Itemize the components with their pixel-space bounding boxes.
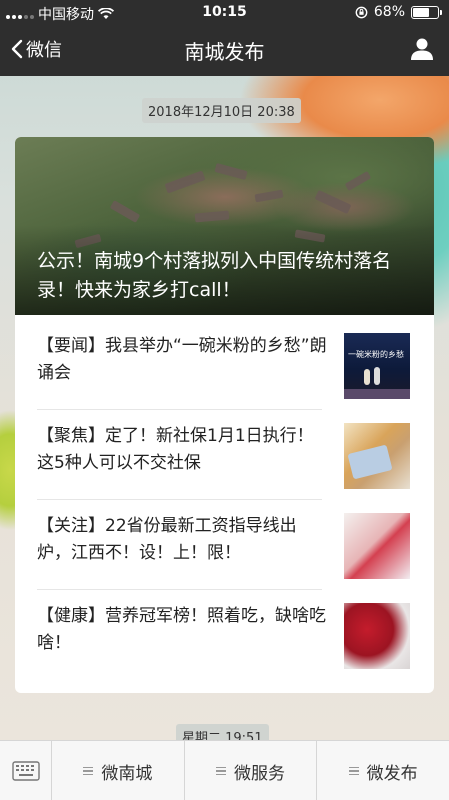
nav-bar: 微信 南城发布 xyxy=(0,24,449,76)
menu-label: 微南城 xyxy=(101,763,153,784)
menu-icon xyxy=(83,766,94,776)
item-divider xyxy=(37,589,322,590)
article-card: 公示！南城9个村落拟列入中国传统村落名录！快来为家乡打call！ 【要闻】我县举… xyxy=(15,137,434,693)
status-bar: 中国移动 10:15 68% xyxy=(0,0,449,24)
item-divider xyxy=(37,409,322,410)
bottom-menu-bar: 微南城 微服务 微发布 xyxy=(0,740,449,800)
item-divider xyxy=(37,499,322,500)
menu-icon xyxy=(348,766,359,776)
keyboard-toggle-button[interactable] xyxy=(0,741,52,800)
article-title: 【健康】营养冠军榜！照着吃，缺啥吃啥！ xyxy=(37,606,326,653)
article-title: 【关注】22省份最新工资指导线出炉，江西不！设！上！限！ xyxy=(37,516,297,563)
menu-weifabu-button[interactable]: 微发布 xyxy=(317,741,449,800)
article-thumbnail xyxy=(344,603,410,669)
rotation-lock-icon xyxy=(355,6,368,18)
battery-icon xyxy=(411,5,442,19)
keyboard-icon xyxy=(11,761,40,781)
article-thumbnail: 一碗米粉的乡愁 xyxy=(344,333,410,399)
thumbnail-caption: 一碗米粉的乡愁 xyxy=(348,350,404,359)
page-title: 南城发布 xyxy=(184,40,265,64)
message-timestamp: 2018年12月10日 20:38 xyxy=(142,98,301,123)
menu-weinancheng-button[interactable]: 微南城 xyxy=(52,741,185,800)
menu-weifuwu-button[interactable]: 微服务 xyxy=(185,741,318,800)
menu-icon xyxy=(216,766,226,776)
cover-title: 公示！南城9个村落拟列入中国传统村落名录！快来为家乡打call！ xyxy=(37,250,392,301)
article-list-item[interactable]: 【健康】营养冠军榜！照着吃，缺啥吃啥！ xyxy=(37,603,426,693)
article-title: 【聚焦】定了！新社保1月1日执行！这5种人可以不交社保 xyxy=(37,426,314,473)
menu-label: 微服务 xyxy=(234,763,285,784)
article-thumbnail xyxy=(344,423,410,489)
battery-percent: 68% xyxy=(373,4,405,20)
article-thumbnail xyxy=(344,513,410,579)
menu-label: 微发布 xyxy=(366,763,418,784)
cover-article[interactable]: 公示！南城9个村落拟列入中国传统村落名录！快来为家乡打call！ xyxy=(15,137,434,315)
person-icon[interactable] xyxy=(409,36,435,62)
article-title: 【要闻】我县举办“一碗米粉的乡愁”朗诵会 xyxy=(37,336,327,383)
